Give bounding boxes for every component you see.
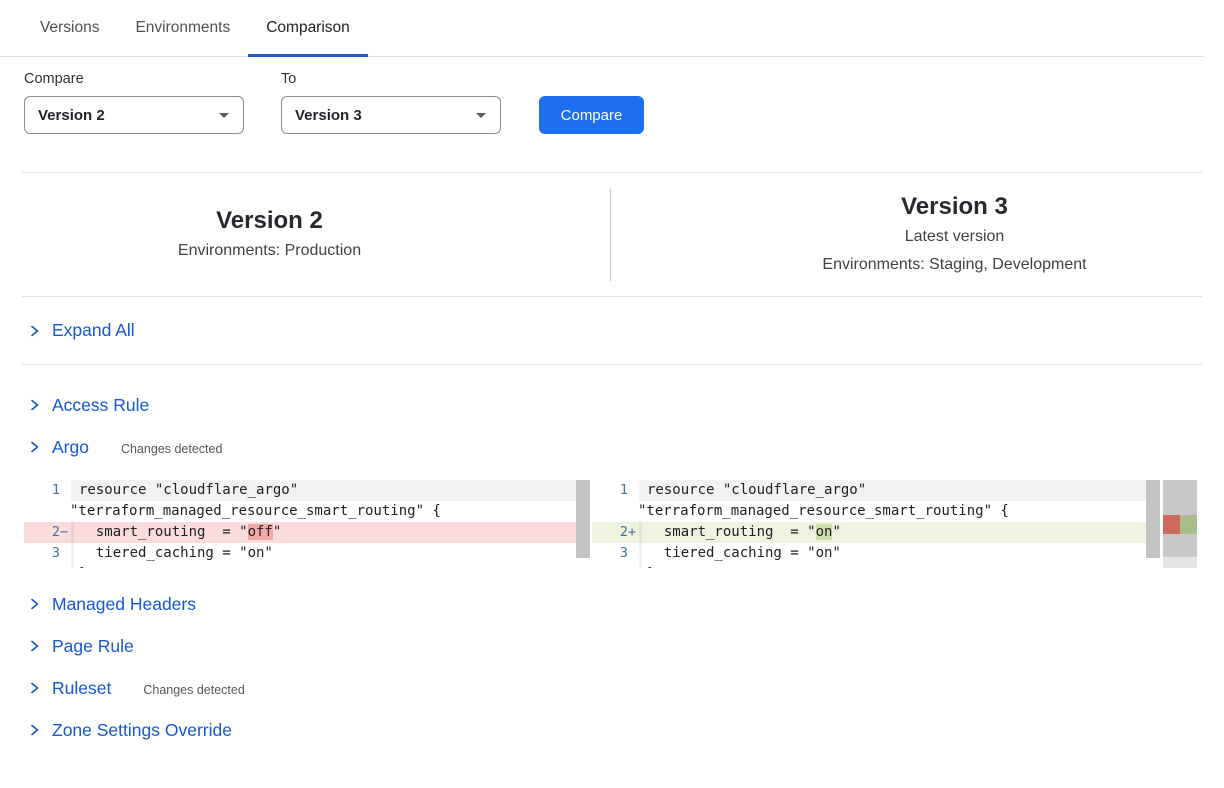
compare-to-label: To <box>281 71 501 87</box>
diff-line: } <box>24 564 590 568</box>
scrollbar-left[interactable] <box>576 480 590 568</box>
chevron-right-icon <box>28 397 41 413</box>
diff-line: "terraform_managed_resource_smart_routin… <box>592 501 1160 522</box>
section-managed-headers[interactable]: Managed Headers <box>28 592 1224 616</box>
diff-line: 3 tiered_caching = "on" <box>24 543 590 564</box>
minimap-added-marker <box>1180 515 1197 534</box>
chevron-right-icon <box>28 722 41 738</box>
diff-code-left: 1resource "cloudflare_argo""terraform_ma… <box>24 480 590 568</box>
right-version-title: Version 3 <box>685 192 1224 222</box>
section-label: Access Rule <box>52 395 149 416</box>
diff-minimap[interactable] <box>1163 480 1197 568</box>
changes-detected-badge: Changes detected <box>121 439 222 456</box>
expand-all-button[interactable]: Expand All <box>0 297 1224 364</box>
diff-line: 1resource "cloudflare_argo" <box>592 480 1160 501</box>
right-version-latest: Latest version <box>685 224 1224 250</box>
section-argo[interactable]: Argo Changes detected <box>28 435 1224 459</box>
chevron-right-icon <box>28 680 41 696</box>
diff-line: 2+ smart_routing = "on" <box>592 522 1160 543</box>
chevron-right-icon <box>28 596 41 612</box>
diff-pane-right: 1resource "cloudflare_argo""terraform_ma… <box>592 480 1160 568</box>
chevron-right-icon <box>28 323 41 339</box>
compare-form: Compare Version 2 To Version 3 Compare <box>0 57 1224 134</box>
section-label: Ruleset <box>52 678 111 699</box>
tab-environments[interactable]: Environments <box>117 0 248 56</box>
diff-line: 2− smart_routing = "off" <box>24 522 590 543</box>
section-label: Page Rule <box>52 636 134 657</box>
minimap-change-marker <box>1163 515 1197 534</box>
minimap-track <box>1163 557 1197 568</box>
compare-to-value: Version 3 <box>295 107 362 124</box>
compare-button[interactable]: Compare <box>539 96 644 134</box>
compare-from-label: Compare <box>24 71 244 87</box>
compare-from-value: Version 2 <box>38 107 105 124</box>
compare-from-select[interactable]: Version 2 <box>24 96 244 134</box>
diff-line: 3 tiered_caching = "on" <box>592 543 1160 564</box>
section-label: Argo <box>52 437 89 458</box>
diff-line: "terraform_managed_resource_smart_routin… <box>24 501 590 522</box>
chevron-right-icon <box>28 638 41 654</box>
right-version-environments: Environments: Staging, Development <box>685 252 1224 278</box>
tab-comparison[interactable]: Comparison <box>248 0 368 56</box>
scrollbar-thumb[interactable] <box>576 480 590 558</box>
compare-to-select[interactable]: Version 3 <box>281 96 501 134</box>
section-label: Zone Settings Override <box>52 720 232 741</box>
section-label: Managed Headers <box>52 594 196 615</box>
version-header-left: Version 2 Environments: Production <box>0 173 613 296</box>
minimap-removed-marker <box>1163 515 1180 534</box>
vertical-divider <box>610 189 611 281</box>
argo-diff-viewer: 1resource "cloudflare_argo""terraform_ma… <box>24 480 1197 568</box>
chevron-down-icon <box>219 113 229 118</box>
section-ruleset[interactable]: Ruleset Changes detected <box>28 676 1224 700</box>
left-version-title: Version 2 <box>0 206 539 236</box>
changes-detected-badge: Changes detected <box>143 680 244 697</box>
expand-all-label: Expand All <box>52 320 135 341</box>
chevron-down-icon <box>476 113 486 118</box>
scrollbar-thumb[interactable] <box>1146 480 1160 558</box>
section-page-rule[interactable]: Page Rule <box>28 634 1224 658</box>
resource-sections: Access Rule Argo Changes detected 1resou… <box>0 365 1224 742</box>
diff-line: 1resource "cloudflare_argo" <box>24 480 590 501</box>
tab-versions[interactable]: Versions <box>22 0 117 56</box>
left-version-environments: Environments: Production <box>0 238 539 264</box>
diff-line: } <box>592 564 1160 568</box>
chevron-right-icon <box>28 439 41 455</box>
section-zone-settings-override[interactable]: Zone Settings Override <box>28 718 1224 742</box>
version-headers: Version 2 Environments: Production Versi… <box>0 173 1224 296</box>
section-access-rule[interactable]: Access Rule <box>28 393 1224 417</box>
diff-pane-left: 1resource "cloudflare_argo""terraform_ma… <box>24 480 590 568</box>
scrollbar-right[interactable] <box>1146 480 1160 568</box>
tab-bar: Versions Environments Comparison <box>0 0 1204 57</box>
version-header-right: Version 3 Latest version Environments: S… <box>613 173 1224 296</box>
diff-code-right: 1resource "cloudflare_argo""terraform_ma… <box>592 480 1160 568</box>
